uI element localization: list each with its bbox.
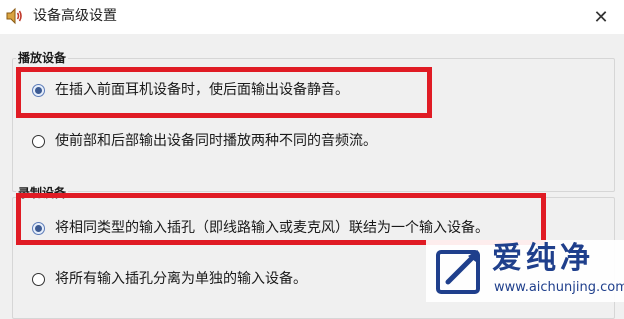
radio-button[interactable] (32, 272, 45, 286)
option-two-streams[interactable]: 使前部和后部输出设备同时播放两种不同的音频流。 (32, 129, 377, 153)
aichunjing-logo-icon (436, 250, 480, 294)
option-label: 将所有输入插孔分离为单独的输入设备。 (55, 271, 307, 287)
option-separate-input-jacks[interactable]: 将所有输入插孔分离为单独的输入设备。 (32, 267, 307, 291)
playback-group-legend: 播放设备 (16, 51, 69, 65)
title-bar: 设备高级设置 ✕ (0, 0, 624, 34)
watermark-url: www.aichunjing.com (494, 280, 624, 295)
option-label: 使前部和后部输出设备同时播放两种不同的音频流。 (55, 133, 377, 149)
radio-button[interactable] (32, 134, 45, 148)
option-mute-rear-output[interactable]: 在插入前面耳机设备时，使后面输出设备静音。 (32, 78, 349, 102)
recording-group-legend: 录制设备 (16, 186, 69, 200)
watermark: 爱纯净 www.aichunjing.com (426, 240, 624, 302)
radio-button-selected[interactable] (32, 83, 45, 97)
watermark-brand: 爱纯净 (492, 241, 594, 276)
option-merge-input-jacks[interactable]: 将相同类型的输入插孔（即线路输入或麦克风）联结为一个输入设备。 (32, 216, 489, 240)
option-label: 在插入前面耳机设备时，使后面输出设备静音。 (55, 82, 349, 98)
close-button[interactable]: ✕ (578, 0, 624, 34)
option-label: 将相同类型的输入插孔（即线路输入或麦克风）联结为一个输入设备。 (55, 220, 489, 236)
radio-button-selected[interactable] (32, 221, 45, 235)
window-title: 设备高级设置 (33, 8, 117, 24)
close-icon: ✕ (593, 6, 609, 28)
speaker-icon (6, 7, 22, 25)
